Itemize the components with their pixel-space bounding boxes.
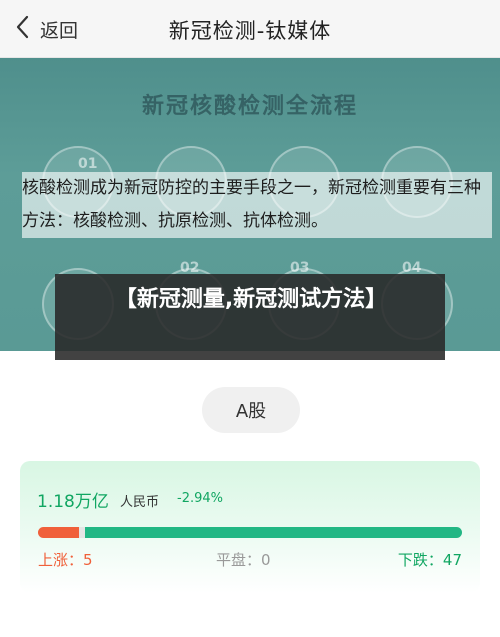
advance-count: 5 <box>83 551 93 569</box>
step-number: 01 <box>78 156 98 172</box>
banner-headline: 新冠核酸检测全流程 <box>141 94 358 119</box>
decline-label: 下跌： <box>397 551 443 569</box>
tag-label: A股 <box>235 401 267 422</box>
article-title-bar: 【新冠测量,新冠测试方法】 <box>55 274 445 360</box>
decline-stat: 下跌：47 <box>398 549 462 570</box>
article-title: 【新冠测量,新冠测试方法】 <box>114 287 388 312</box>
market-currency: 人民币 <box>120 495 160 510</box>
market-summary-card[interactable]: 1.18万亿 人民币 -2.94% 上涨：5 平盘：0 下跌：47 <box>20 461 480 593</box>
page-title: 新冠检测-钛媒体 <box>168 19 332 43</box>
market-change: -2.94% <box>177 491 223 506</box>
unchanged-stat: 平盘：0 <box>216 549 271 570</box>
banner-overlay-text: 核酸检测成为新冠防控的主要手段之一，新冠检测重要有三种方法：核酸检测、抗原检测、… <box>22 172 492 238</box>
top-nav-bar: 返回 新冠检测-钛媒体 <box>0 0 500 58</box>
decline-count: 47 <box>442 551 462 569</box>
unchanged-label: 平盘： <box>216 551 262 569</box>
advance-stat: 上涨：5 <box>38 549 93 570</box>
page: 返回 新冠检测-钛媒体 新冠核酸检测全流程 01 02 03 04 核酸检测成为… <box>0 0 500 637</box>
decline-bar-segment <box>85 527 462 538</box>
unchanged-count: 0 <box>261 551 271 569</box>
market-amount: 1.18万亿 <box>37 492 109 512</box>
stock-tag-pill[interactable]: A股 <box>202 387 300 433</box>
advance-decline-bar <box>38 527 462 538</box>
advance-bar-segment <box>38 527 79 538</box>
advance-label: 上涨： <box>38 551 84 569</box>
